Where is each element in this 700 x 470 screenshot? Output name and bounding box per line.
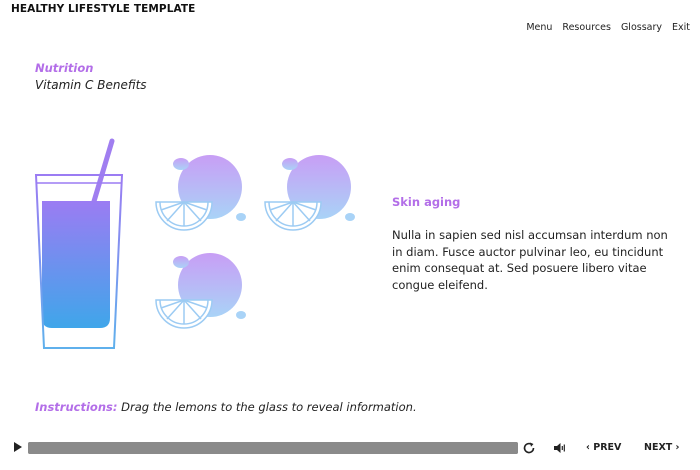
progress-bar[interactable] — [28, 442, 518, 454]
instructions: Instructions: Drag the lemons to the gla… — [35, 400, 417, 414]
glass-drop-target[interactable] — [30, 138, 130, 356]
play-icon[interactable] — [14, 442, 22, 452]
volume-icon[interactable] — [553, 442, 566, 454]
info-heading: Skin aging — [392, 195, 461, 209]
instructions-label: Instructions: — [35, 400, 118, 414]
nav-resources-link[interactable]: Resources — [562, 22, 611, 33]
prev-label: PREV — [593, 442, 622, 453]
draggable-lemon-2[interactable] — [263, 152, 359, 232]
progress-fill — [28, 442, 518, 454]
info-body: Nulla in sapien sed nisl accumsan interd… — [392, 228, 668, 292]
nav-glossary-link[interactable]: Glossary — [621, 22, 662, 33]
top-nav: Menu Resources Glossary Exit — [526, 22, 690, 33]
juice-fill — [42, 201, 110, 328]
nav-exit-link[interactable]: Exit — [672, 22, 690, 33]
lemon-slice-icon — [264, 201, 322, 231]
prev-button[interactable]: ‹ PREV — [586, 442, 621, 453]
nav-menu-link[interactable]: Menu — [526, 22, 552, 33]
player-controls: ‹ PREV NEXT › — [0, 436, 700, 460]
lemon-slice-icon — [155, 299, 213, 329]
chevron-right-icon: › — [672, 442, 680, 453]
slide-subtitle: Vitamin C Benefits — [35, 78, 147, 92]
section-label: Nutrition — [35, 61, 94, 75]
draggable-lemon-1[interactable] — [154, 152, 250, 232]
course-title: HEALTHY LIFESTYLE TEMPLATE — [11, 3, 196, 15]
lemon-slice-icon — [155, 201, 213, 231]
next-label: NEXT — [644, 442, 673, 453]
next-button[interactable]: NEXT › — [644, 442, 679, 453]
draggable-lemon-3[interactable] — [154, 250, 250, 330]
replay-icon[interactable] — [522, 441, 536, 455]
instructions-text: Drag the lemons to the glass to reveal i… — [121, 400, 417, 414]
